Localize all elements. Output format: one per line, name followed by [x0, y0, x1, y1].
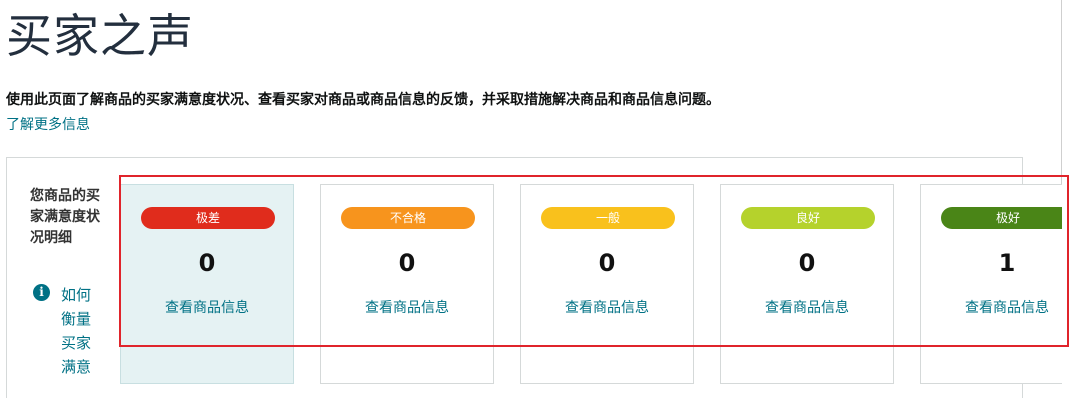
card-poor[interactable]: 不合格 0 查看商品信息: [320, 184, 494, 384]
rating-count: 0: [598, 249, 616, 277]
rating-badge: 不合格: [341, 207, 475, 229]
rating-badge: 一般: [541, 207, 675, 229]
how-measured-link[interactable]: 如何衡量买家满意: [61, 283, 101, 379]
view-listings-link[interactable]: 查看商品信息: [121, 297, 293, 317]
rating-badge: 极好: [941, 207, 1062, 229]
rating-count: 1: [998, 249, 1016, 277]
info-icon: i: [33, 284, 50, 301]
page-description: 使用此页面了解商品的买家满意度状况、查看买家对商品或商品信息的反馈，并采取措施解…: [6, 92, 720, 108]
rating-badge: 良好: [741, 207, 875, 229]
satisfaction-breakdown-label: 您商品的买家满意度状况明细: [30, 188, 100, 246]
card-very-poor[interactable]: 极差 0 查看商品信息: [120, 184, 294, 384]
view-listings-link[interactable]: 查看商品信息: [521, 297, 693, 317]
learn-more-link[interactable]: 了解更多信息: [6, 114, 90, 134]
view-listings-link[interactable]: 查看商品信息: [321, 297, 493, 317]
view-listings-link[interactable]: 查看商品信息: [721, 297, 893, 317]
rating-count: 0: [798, 249, 816, 277]
view-listings-link[interactable]: 查看商品信息: [921, 297, 1062, 317]
card-fair[interactable]: 一般 0 查看商品信息: [520, 184, 694, 384]
rating-badge: 极差: [141, 207, 275, 229]
rating-count: 0: [198, 249, 216, 277]
card-excellent[interactable]: 极好 1 查看商品信息: [920, 184, 1062, 384]
rating-count: 0: [398, 249, 416, 277]
card-good[interactable]: 良好 0 查看商品信息: [720, 184, 894, 384]
page-title: 买家之声: [6, 9, 194, 63]
satisfaction-cards: 极差 0 查看商品信息 不合格 0 查看商品信息 一般 0 查看商品信息 良好 …: [120, 184, 1062, 384]
